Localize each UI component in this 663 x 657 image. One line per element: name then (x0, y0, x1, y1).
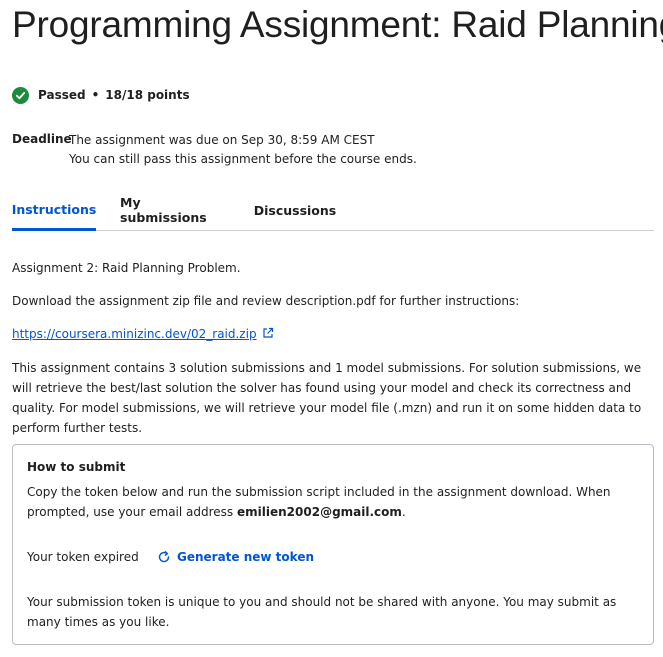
deadline-label: Deadline (12, 132, 72, 146)
points-value: 18/18 points (105, 88, 190, 102)
tab-instructions[interactable]: Instructions (12, 190, 96, 231)
tab-discussions[interactable]: Discussions (252, 190, 338, 230)
tab-bar: Instructions My submissions Discussions (12, 190, 654, 231)
user-email: emilien2002@gmail.com (237, 505, 402, 519)
status-separator: • (91, 88, 100, 102)
deadline-note-text: You can still pass this assignment befor… (69, 152, 417, 166)
token-status: Your token expired (27, 550, 139, 564)
deadline-due-text: The assignment was due on Sep 30, 8:59 A… (69, 133, 375, 147)
download-link-row: https://coursera.minizinc.dev/02_raid.zi… (12, 324, 274, 345)
check-circle-icon (12, 86, 29, 104)
instructions-intro: Assignment 2: Raid Planning Problem. (12, 261, 241, 275)
assignment-zip-link[interactable]: https://coursera.minizinc.dev/02_raid.zi… (12, 327, 257, 341)
how-to-submit-panel: How to submit Copy the token below and r… (12, 444, 654, 645)
grade-status: Passed • 18/18 points (12, 86, 190, 104)
generate-token-button[interactable]: Generate new token (157, 547, 314, 567)
generate-token-label: Generate new token (177, 550, 315, 564)
submit-instructions: Copy the token below and run the submiss… (27, 485, 611, 519)
how-to-submit-heading: How to submit (27, 460, 126, 474)
instructions-download-text: Download the assignment zip file and rev… (12, 294, 520, 308)
page-title: Programming Assignment: Raid Planning (12, 4, 663, 45)
tab-my-submissions[interactable]: My submissions (120, 190, 230, 230)
external-link-icon (262, 325, 274, 345)
refresh-icon (158, 551, 170, 563)
token-note: Your submission token is unique to you a… (27, 595, 617, 629)
instructions-details: This assignment contains 3 solution subm… (12, 361, 642, 435)
passed-label: Passed (38, 88, 86, 102)
